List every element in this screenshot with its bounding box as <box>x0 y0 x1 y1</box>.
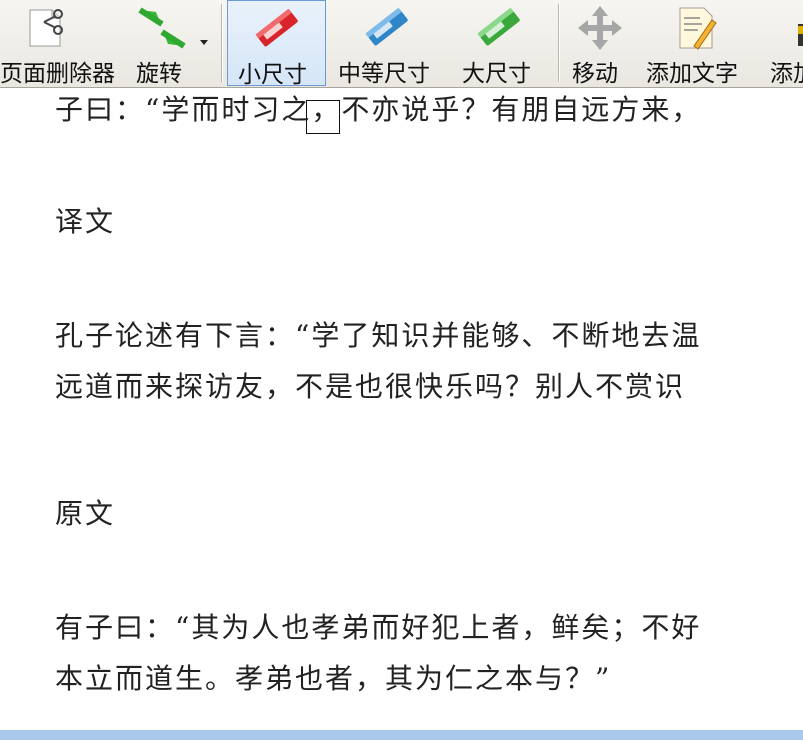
text-line: 远道而来探访友，不是也很快乐吗？别人不赏识 <box>55 370 686 403</box>
rotate-dropdown-arrow-icon[interactable] <box>200 40 208 45</box>
text-line: 原文 <box>55 497 116 530</box>
text-line: 本立而道生。孝弟也者，其为仁之本与？” <box>55 662 612 695</box>
add-more-label: 添加 <box>770 61 803 87</box>
medium-size-label: 中等尺寸 <box>338 61 430 87</box>
add-text-label: 添加文字 <box>646 61 738 87</box>
move-arrows-icon <box>572 4 628 56</box>
document-page: 子曰：“学而时习之，不亦说乎？有朋自远方来， 译文 孔子论述有下言：“学了知识并… <box>0 88 803 730</box>
blue-eraser-icon <box>362 4 412 54</box>
small-size-button[interactable]: 小尺寸 <box>227 0 326 88</box>
add-icon <box>794 4 803 56</box>
rotate-arrows-icon <box>134 4 190 56</box>
large-size-button[interactable]: 大尺寸 <box>452 0 552 87</box>
move-label: 移动 <box>572 61 618 87</box>
page-delete-button[interactable]: 页面删除器 <box>0 0 116 87</box>
toolbar: 页面删除器 旋转 小尺寸 中等尺寸 大尺寸 移动 添加文字 添 <box>0 0 803 88</box>
toolbar-separator <box>558 4 559 82</box>
status-bar <box>0 730 803 740</box>
large-size-label: 大尺寸 <box>462 61 531 87</box>
rotate-label: 旋转 <box>136 61 182 87</box>
medium-size-button[interactable]: 中等尺寸 <box>330 0 446 87</box>
move-button[interactable]: 移动 <box>564 0 636 87</box>
text-line: 子曰：“学而时习之，不亦说乎？有朋自远方来， <box>55 93 702 126</box>
eraser-cursor <box>306 100 340 134</box>
text-line: 译文 <box>55 205 116 238</box>
document-pencil-icon <box>672 4 720 56</box>
scissors-page-icon <box>24 4 70 54</box>
text-line: 孔子论述有下言：“学了知识并能够、不断地去温 <box>55 319 702 352</box>
small-size-label: 小尺寸 <box>238 62 307 88</box>
red-eraser-icon <box>252 5 302 55</box>
page-delete-label: 页面删除器 <box>0 61 115 87</box>
add-more-button[interactable]: 添加 <box>762 0 803 87</box>
toolbar-separator <box>221 4 222 82</box>
add-text-button[interactable]: 添加文字 <box>640 0 758 87</box>
text-line: 有子曰：“其为人也孝弟而好犯上者，鲜矣；不好 <box>55 611 702 644</box>
green-eraser-icon <box>474 4 524 54</box>
